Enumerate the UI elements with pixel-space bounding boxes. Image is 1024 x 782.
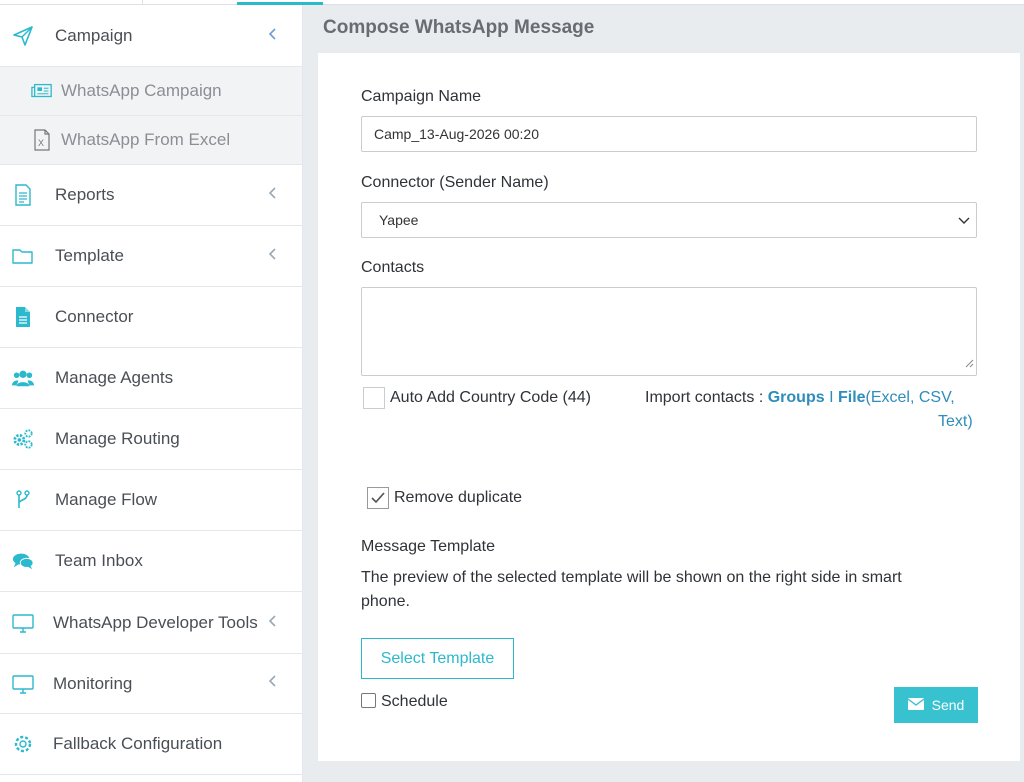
- import-contacts-label: Import contacts :: [645, 389, 768, 406]
- sidebar-item-label: Template: [55, 246, 124, 265]
- chevron-left-icon: [268, 247, 278, 265]
- connector-selected-value: Yapee: [379, 212, 419, 228]
- sidebar-item-label: Monitoring: [53, 673, 133, 693]
- cogs-icon: [12, 428, 34, 450]
- import-file-link[interactable]: File: [838, 389, 866, 406]
- sidebar-item-label: Manage Agents: [55, 368, 174, 387]
- resize-grip-icon[interactable]: [964, 355, 974, 373]
- sidebar-item-label: Team Inbox: [55, 551, 143, 570]
- monitor-icon: [12, 612, 34, 634]
- chat-icon: [12, 550, 34, 572]
- sidebar-item-team-inbox[interactable]: Team Inbox: [0, 531, 302, 592]
- sidebar-item-connector[interactable]: Connector: [0, 287, 302, 348]
- excel-file-icon: X: [31, 129, 53, 151]
- sidebar-item-label: Connector: [55, 307, 134, 326]
- send-button[interactable]: Send: [894, 687, 978, 723]
- sidebar-item-manage-flow[interactable]: Manage Flow: [0, 470, 302, 531]
- remove-duplicate-label: Remove duplicate: [394, 489, 523, 506]
- sidebar-item-fallback-configuration[interactable]: Fallback Configuration: [0, 714, 302, 775]
- sidebar-subitem-whatsapp-from-excel[interactable]: X WhatsApp From Excel: [0, 116, 302, 165]
- auto-add-country-code-label: Auto Add Country Code (44): [390, 389, 592, 406]
- sidebar: Campaign WhatsApp Campaign X WhatsApp Fr…: [0, 5, 303, 782]
- sidebar-item-label: WhatsApp Developer Tools: [53, 612, 258, 632]
- send-label: Send: [931, 697, 965, 713]
- chevron-left-icon: [268, 674, 278, 692]
- sidebar-item-label: Manage Flow: [55, 490, 158, 509]
- sidebar-item-label: Manage Routing: [55, 429, 180, 448]
- branch-icon: [12, 489, 34, 511]
- sidebar-item-template[interactable]: Template: [0, 226, 302, 287]
- chevron-left-icon: [268, 186, 278, 204]
- newspaper-icon: [31, 80, 53, 102]
- auto-add-country-code-checkbox[interactable]: [363, 387, 385, 409]
- sidebar-item-manage-agents[interactable]: Manage Agents: [0, 348, 302, 409]
- sidebar-item-label: Fallback Configuration: [53, 734, 223, 753]
- contacts-label: Contacts: [361, 259, 425, 276]
- svg-text:X: X: [38, 138, 44, 148]
- schedule-label: Schedule: [381, 693, 448, 710]
- sidebar-subitem-label: WhatsApp From Excel: [61, 130, 231, 149]
- import-groups-link[interactable]: Groups: [768, 389, 825, 406]
- sidebar-item-campaign[interactable]: Campaign: [0, 5, 302, 67]
- sidebar-item-reports[interactable]: Reports: [0, 165, 302, 226]
- checkmark-icon: [371, 492, 385, 504]
- sidebar-item-whatsapp-developer-tools[interactable]: WhatsApp Developer Tools: [0, 592, 302, 654]
- report-icon: [12, 184, 34, 206]
- envelope-icon: [907, 697, 925, 713]
- message-template-label: Message Template: [361, 538, 495, 555]
- message-template-description: The preview of the selected template wil…: [361, 569, 902, 586]
- gear-icon: [12, 733, 34, 755]
- chevron-left-icon: [268, 614, 278, 632]
- campaign-name-input[interactable]: [361, 116, 977, 152]
- monitor-icon: [12, 673, 34, 695]
- file-icon: [12, 306, 34, 328]
- remove-duplicate-checkbox[interactable]: [367, 487, 389, 509]
- select-template-button[interactable]: Select Template: [361, 638, 514, 679]
- sidebar-item-label: Reports: [55, 185, 115, 204]
- connector-label: Connector (Sender Name): [361, 174, 549, 191]
- campaign-name-label: Campaign Name: [361, 88, 482, 105]
- page-title: Compose WhatsApp Message: [323, 17, 595, 38]
- folder-icon: [12, 245, 34, 267]
- import-contacts-line: Import contacts : Groups I File(Excel, C…: [645, 389, 955, 407]
- paper-plane-icon: [12, 25, 34, 47]
- import-file-types-continued: Text): [938, 413, 973, 430]
- import-separator: I: [829, 389, 834, 406]
- sidebar-item-monitoring[interactable]: Monitoring: [0, 654, 302, 714]
- connector-select[interactable]: Yapee: [361, 202, 977, 238]
- sidebar-subitem-whatsapp-campaign[interactable]: WhatsApp Campaign: [0, 67, 302, 116]
- schedule-checkbox[interactable]: [361, 693, 376, 708]
- chevron-down-icon: [957, 213, 971, 230]
- sidebar-subitem-label: WhatsApp Campaign: [61, 81, 222, 100]
- import-file-types: (Excel, CSV,: [865, 389, 955, 406]
- contacts-textarea[interactable]: [361, 287, 977, 376]
- chevron-left-icon: [268, 27, 278, 45]
- sidebar-item-label: Campaign: [55, 25, 133, 45]
- sidebar-item-manage-routing[interactable]: Manage Routing: [0, 409, 302, 470]
- users-icon: [12, 367, 34, 389]
- message-template-description-continued: phone.: [361, 593, 410, 610]
